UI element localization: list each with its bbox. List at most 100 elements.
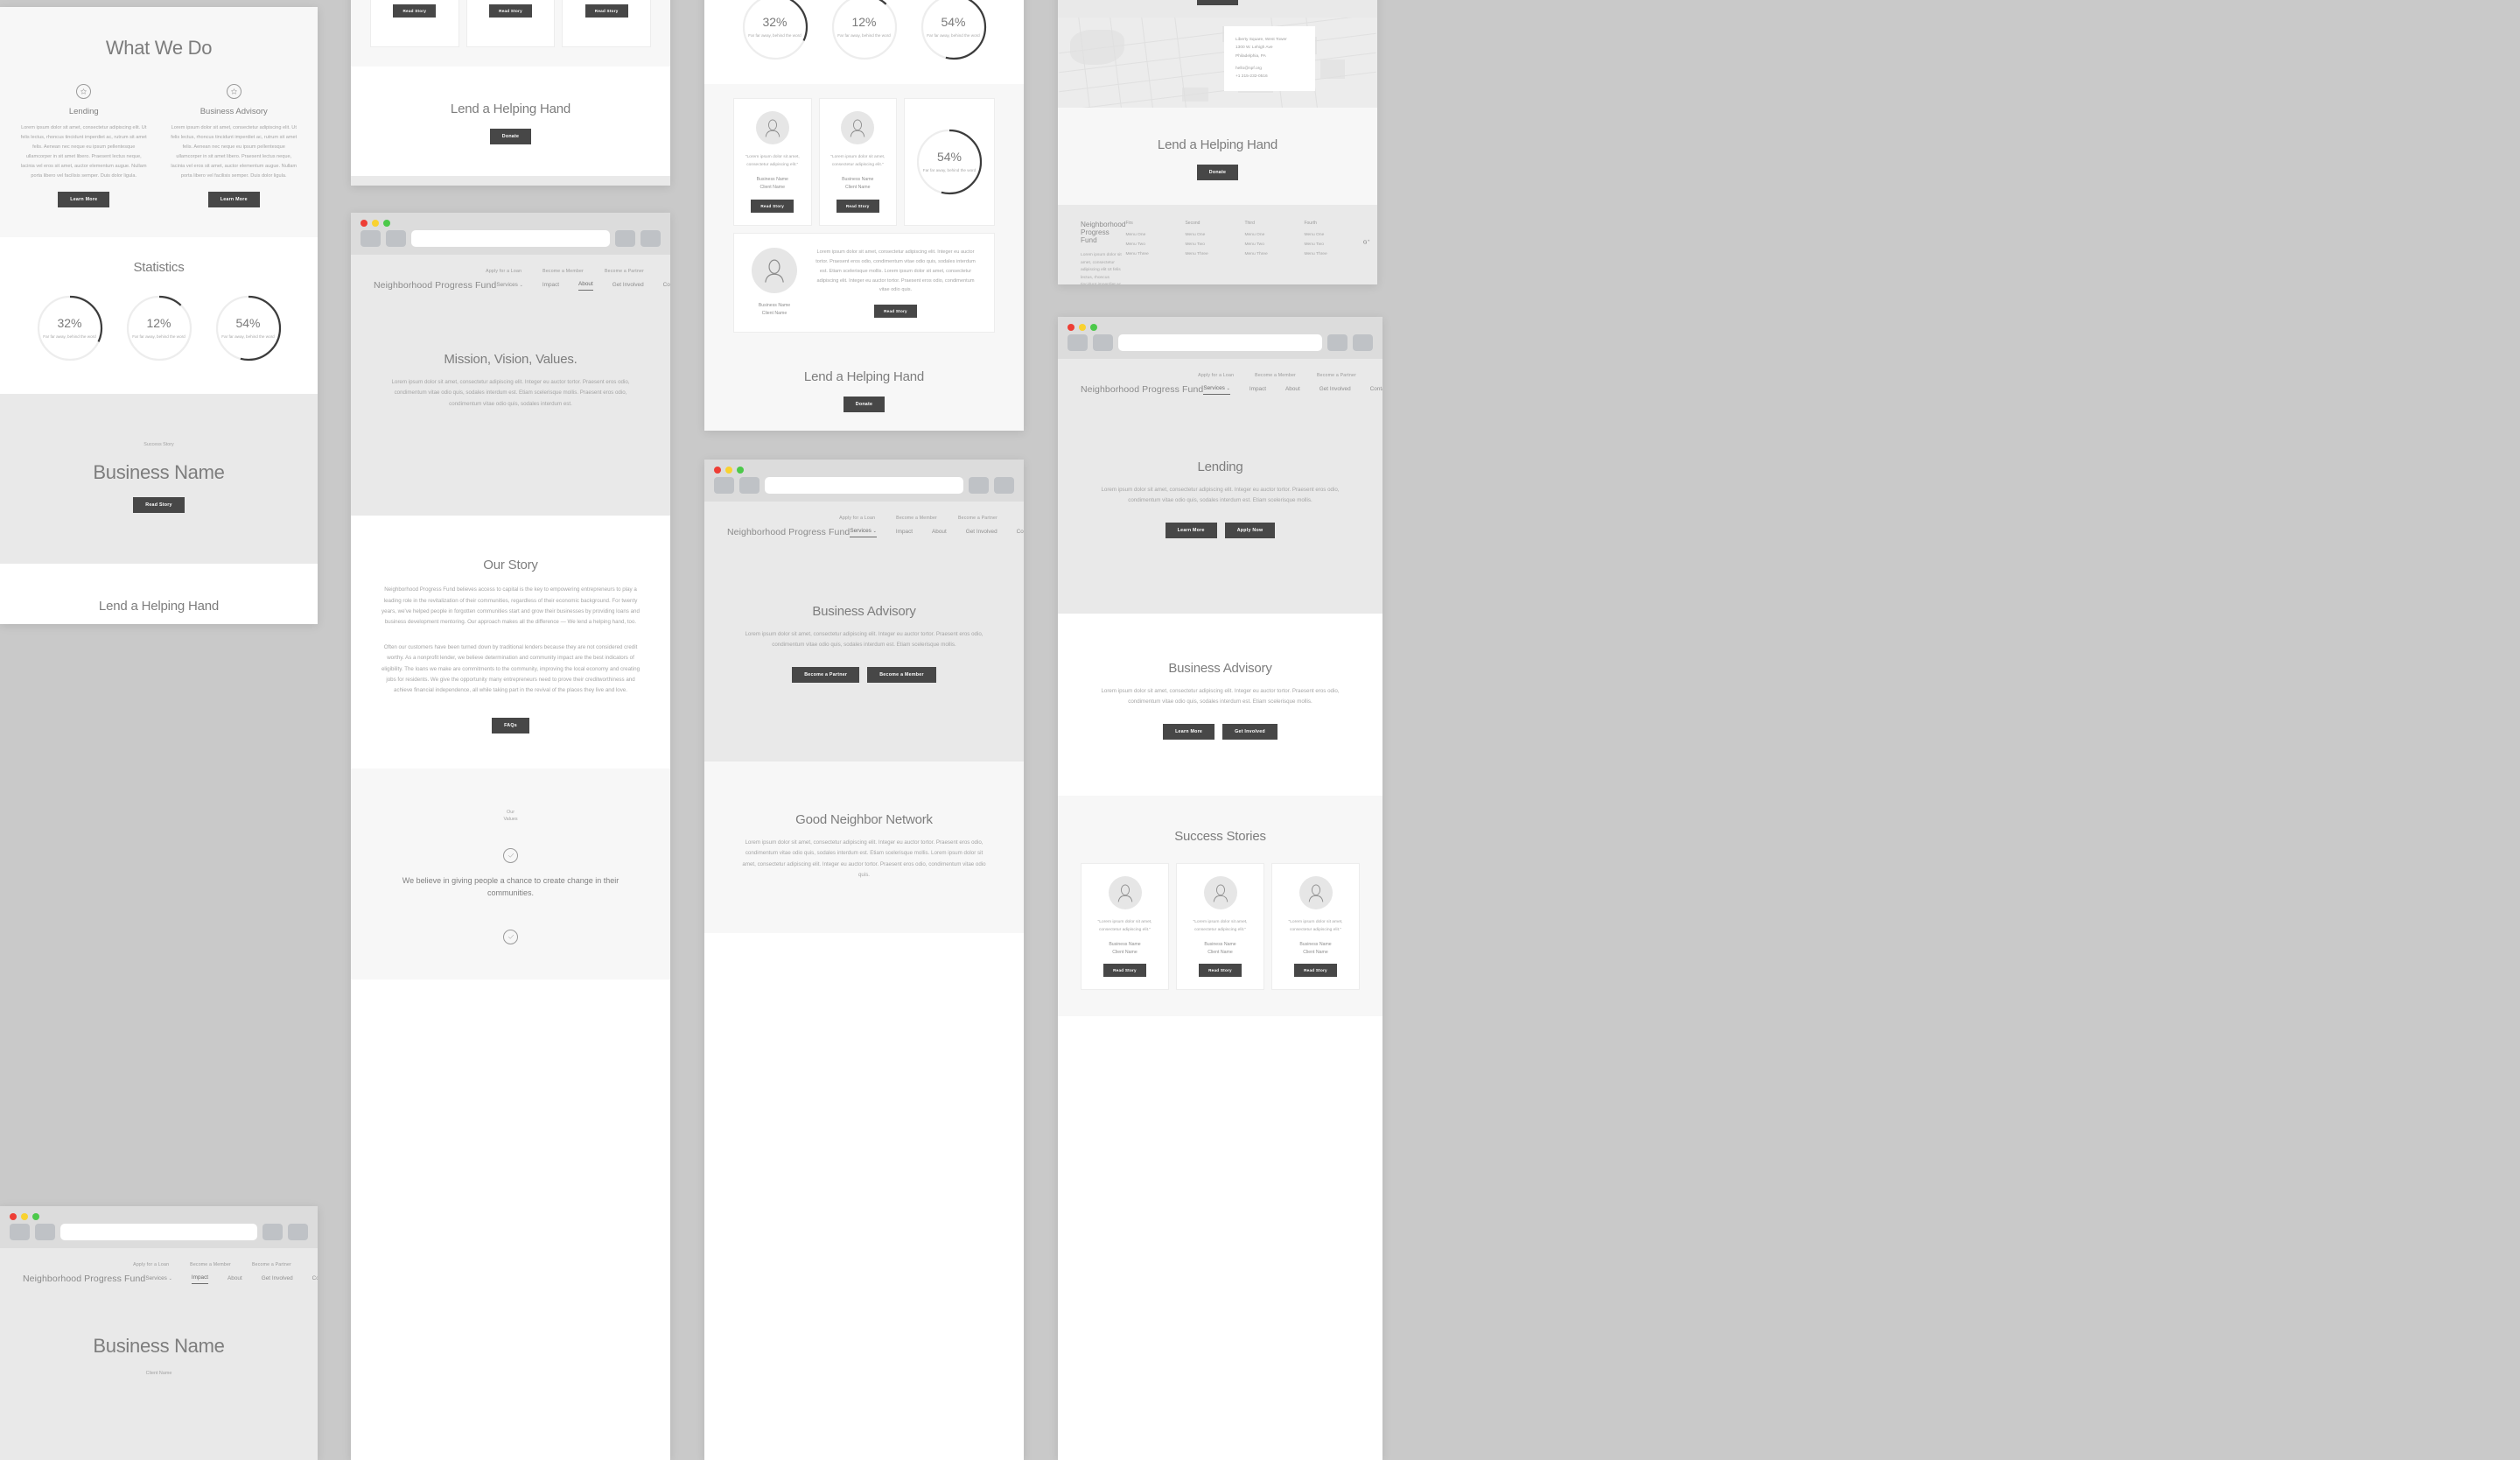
get-involved-button[interactable]: Get Involved	[1222, 723, 1278, 740]
nav-item-about[interactable]: About	[1285, 386, 1300, 395]
utility-nav-become-a-member[interactable]: Become a Member	[542, 269, 584, 274]
nav-item-get-involved[interactable]: Get Involved	[1320, 386, 1351, 395]
learn-more-button[interactable]: Learn More	[58, 192, 110, 208]
menu-button[interactable]	[288, 1224, 308, 1240]
bookmark-button[interactable]	[262, 1224, 283, 1240]
nav-item-impact[interactable]: Impact	[1250, 386, 1266, 395]
apply-now-button[interactable]: Apply Now	[1224, 522, 1276, 538]
featured-testimonial-card[interactable]: Business Name Client Name Lorem ipsum dol…	[733, 232, 995, 333]
submit-button[interactable]: Submit	[1196, 0, 1239, 5]
footer-link[interactable]: Menu Three	[1304, 252, 1340, 256]
story-card[interactable]: Read Story	[562, 0, 652, 47]
close-window-button[interactable]	[714, 467, 721, 474]
utility-nav-become-a-member[interactable]: Become a Member	[1255, 373, 1296, 378]
utility-nav-apply-for-a-loan[interactable]: Apply for a Loan	[133, 1262, 169, 1267]
donate-button[interactable]: Donate	[489, 129, 532, 144]
contact-email[interactable]: hello@npf.org	[1236, 65, 1304, 73]
faqs-button[interactable]: FAQs	[492, 717, 529, 734]
address-bar[interactable]	[60, 1224, 257, 1240]
footer-link[interactable]: Menu One	[1304, 233, 1340, 237]
read-story-button[interactable]: Read Story	[584, 4, 628, 18]
bookmark-button[interactable]	[615, 230, 635, 247]
become-a-partner-button[interactable]: Become a Partner	[792, 666, 860, 683]
read-story-button[interactable]: Read Story	[751, 199, 794, 213]
utility-nav-become-a-member[interactable]: Become a Member	[190, 1262, 231, 1267]
forward-button[interactable]	[1093, 334, 1113, 351]
utility-nav-become-a-partner[interactable]: Become a Partner	[958, 516, 998, 521]
bookmark-button[interactable]	[969, 477, 989, 494]
address-bar[interactable]	[411, 230, 610, 247]
maximize-window-button[interactable]	[737, 467, 744, 474]
nav-item-impact[interactable]: Impact	[191, 1274, 209, 1284]
read-story-button[interactable]: Read Story	[489, 4, 532, 18]
footer-link[interactable]: Menu Three	[1244, 252, 1281, 256]
nav-item-get-involved[interactable]: Get Involved	[262, 1275, 293, 1284]
back-button[interactable]	[714, 477, 734, 494]
learn-more-button[interactable]: Learn More	[1165, 522, 1217, 538]
close-window-button[interactable]	[10, 1213, 17, 1220]
site-brand[interactable]: Neighborhood Progress Fund	[1081, 384, 1203, 395]
nav-item-contact[interactable]: Contact	[663, 282, 670, 291]
nav-item-services[interactable]: Services ⌄	[145, 1275, 172, 1284]
nav-item-get-involved[interactable]: Get Involved	[612, 282, 644, 291]
menu-button[interactable]	[640, 230, 661, 247]
contact-phone[interactable]: +1 215-232-0516	[1236, 73, 1304, 81]
testimonial-card[interactable]: "Lorem ipsum dolor sit amet, consectetur…	[818, 98, 897, 226]
forward-button[interactable]	[35, 1224, 55, 1240]
footer-link[interactable]: Menu Three	[1125, 252, 1162, 256]
learn-more-button[interactable]: Learn More	[207, 192, 260, 208]
nav-item-contact[interactable]: Contact	[1017, 529, 1024, 537]
contact-map[interactable]: Liberty Square, West Tower 1300 W. Lehig…	[1058, 18, 1377, 108]
forward-button[interactable]	[386, 230, 406, 247]
footer-link[interactable]: Menu One	[1244, 233, 1281, 237]
read-story-button[interactable]: Read Story	[874, 305, 917, 319]
nav-item-services[interactable]: Services ⌄	[496, 282, 523, 291]
read-story-button[interactable]: Read Story	[1199, 964, 1242, 978]
back-button[interactable]	[360, 230, 381, 247]
footer-link[interactable]: Menu Two	[1304, 242, 1340, 247]
forward-button[interactable]	[739, 477, 760, 494]
nav-item-contact[interactable]: Contact	[1370, 386, 1382, 395]
maximize-window-button[interactable]	[32, 1213, 39, 1220]
utility-nav-apply-for-a-loan[interactable]: Apply for a Loan	[839, 516, 875, 521]
nav-item-get-involved[interactable]: Get Involved	[966, 529, 998, 537]
read-story-button[interactable]: Read Story	[1294, 964, 1337, 978]
story-card[interactable]: Read Story	[370, 0, 459, 47]
footer-link[interactable]: Menu One	[1125, 233, 1162, 237]
read-story-button[interactable]: Read Story	[1103, 964, 1146, 978]
testimonial-card[interactable]: "Lorem ipsum dolor sit amet, consectetur…	[1271, 862, 1360, 991]
site-brand[interactable]: Neighborhood Progress Fund	[727, 527, 850, 537]
learn-more-button[interactable]: Learn More	[1163, 723, 1215, 740]
utility-nav-become-a-partner[interactable]: Become a Partner	[605, 269, 644, 274]
utility-nav-become-a-member[interactable]: Become a Member	[896, 516, 937, 521]
footer-link[interactable]: Menu Three	[1185, 252, 1222, 256]
footer-link[interactable]: Menu Two	[1244, 242, 1281, 247]
nav-item-contact[interactable]: Contact	[312, 1275, 318, 1284]
utility-nav-become-a-partner[interactable]: Become a Partner	[1317, 373, 1356, 378]
minimize-window-button[interactable]	[372, 220, 379, 227]
back-button[interactable]	[1068, 334, 1088, 351]
maximize-window-button[interactable]	[383, 220, 390, 227]
site-brand[interactable]: Neighborhood Progress Fund	[374, 280, 496, 291]
utility-nav-apply-for-a-loan[interactable]: Apply for a Loan	[1198, 373, 1234, 378]
maximize-window-button[interactable]	[1090, 324, 1097, 331]
menu-button[interactable]	[1353, 334, 1373, 351]
minimize-window-button[interactable]	[1079, 324, 1086, 331]
close-window-button[interactable]	[360, 220, 368, 227]
menu-button[interactable]	[994, 477, 1014, 494]
utility-nav-apply-for-a-loan[interactable]: Apply for a Loan	[486, 269, 522, 274]
nav-item-impact[interactable]: Impact	[542, 282, 559, 291]
become-a-member-button[interactable]: Become a Member	[867, 666, 936, 683]
footer-link[interactable]: Menu Two	[1185, 242, 1222, 247]
footer-link[interactable]: Menu One	[1185, 233, 1222, 237]
read-story-button[interactable]: Read Story	[836, 199, 879, 213]
read-story-button[interactable]: Read Story	[133, 496, 185, 513]
bookmark-button[interactable]	[1327, 334, 1348, 351]
testimonial-card[interactable]: "Lorem ipsum dolor sit amet, consectetur…	[733, 98, 812, 226]
address-bar[interactable]	[765, 477, 963, 494]
nav-item-services[interactable]: Services ⌄	[1203, 385, 1230, 395]
back-button[interactable]	[10, 1224, 30, 1240]
testimonial-card[interactable]: "Lorem ipsum dolor sit amet, consectetur…	[1081, 862, 1169, 991]
site-brand[interactable]: Neighborhood Progress Fund	[23, 1274, 145, 1284]
nav-item-about[interactable]: About	[228, 1275, 242, 1284]
